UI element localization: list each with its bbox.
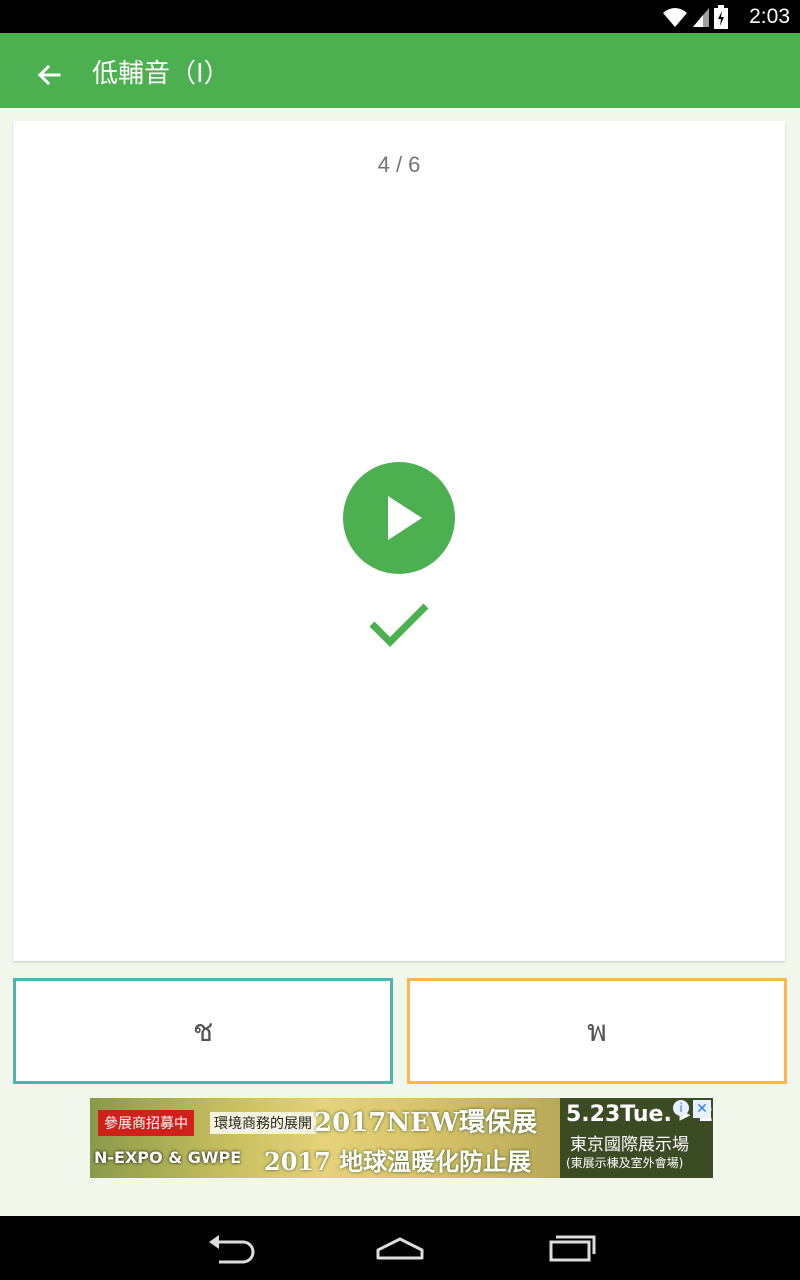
answer-option-1[interactable]: ช [13,978,393,1084]
ad-line2: 2017 地球溫暖化防止展 [264,1147,532,1176]
ad-badge: 參展商招募中 [98,1110,194,1136]
ad-dates: 5.23Tue. ▸ 26Fri. [566,1102,713,1127]
progress-counter: 4 / 6 [377,152,421,177]
info-icon[interactable]: i [673,1100,689,1116]
page-title: 低輔音（I） [92,59,230,89]
quiz-card: 4 / 6 [13,121,785,961]
ad-venue-detail: (東展示棟及室外會場) [566,1156,684,1170]
navigation-bar [0,1216,800,1280]
back-nav-icon[interactable] [205,1232,255,1264]
checkmark-icon [369,603,429,647]
close-icon[interactable]: ✕ [693,1100,711,1118]
signal-icon [693,8,709,27]
status-icons [662,4,728,30]
status-bar: 2:03 [0,0,800,33]
battery-charging-icon [714,5,728,29]
ad-banner[interactable]: 參展商招募中 環境商務的展開 2017NEW環保展 N-EXPO & GWPE … [90,1098,713,1178]
ad-headline: 2017NEW環保展 [314,1108,538,1138]
app-bar: 低輔音（I） [0,33,800,108]
recents-icon[interactable] [546,1232,596,1264]
ad-venue: 東京國際展示場 [570,1135,689,1155]
play-button[interactable] [343,462,455,574]
clock: 2:03 [749,5,790,28]
ad-brand: N-EXPO & GWPE [94,1148,242,1167]
play-icon [388,496,422,540]
ad-subtitle: 環境商務的展開 [210,1112,316,1134]
home-icon[interactable] [375,1232,425,1264]
wifi-icon [663,8,687,27]
arrow-left-icon[interactable] [34,60,64,90]
answer-option-2[interactable]: พ [407,978,787,1084]
